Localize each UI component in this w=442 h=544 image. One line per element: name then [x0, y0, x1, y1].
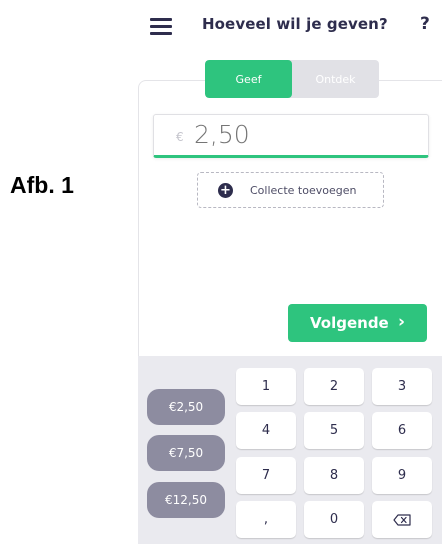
currency-symbol: €	[176, 130, 184, 144]
page-title: Hoeveel wil je geven?	[202, 15, 388, 33]
figure-label: Afb. 1	[10, 172, 74, 198]
hamburger-menu-icon[interactable]	[150, 17, 172, 35]
backspace-key[interactable]	[372, 501, 432, 538]
amount-input[interactable]	[194, 120, 394, 149]
help-icon[interactable]: ?	[420, 14, 430, 34]
keypad-key[interactable]: 8	[304, 457, 364, 494]
keypad-key[interactable]: 4	[236, 412, 296, 449]
add-collect-label: Collecte toevoegen	[250, 184, 357, 197]
keypad-key[interactable]: 7	[236, 457, 296, 494]
keypad-key[interactable]: 1	[236, 368, 296, 405]
keypad-key-comma[interactable]: ,	[236, 501, 296, 538]
add-collect-button[interactable]: + Collecte toevoegen	[197, 172, 384, 208]
preset-amount-button[interactable]: €2,50	[147, 389, 225, 425]
keypad-key[interactable]: 0	[304, 501, 364, 538]
keypad-key[interactable]: 3	[372, 368, 432, 405]
app-header: Hoeveel wil je geven? ?	[138, 0, 442, 56]
tab-geef[interactable]: Geef	[205, 60, 292, 98]
keypad-key[interactable]: 5	[304, 412, 364, 449]
keypad-key[interactable]: 6	[372, 412, 432, 449]
tab-ontdek[interactable]: Ontdek	[292, 60, 379, 98]
keypad-key[interactable]: 9	[372, 457, 432, 494]
chevron-right-icon: ›	[398, 312, 406, 332]
amount-field[interactable]: €	[153, 114, 429, 158]
preset-amount-button[interactable]: €7,50	[147, 435, 225, 471]
next-button[interactable]: Volgende ›	[288, 304, 427, 342]
backspace-icon	[393, 513, 411, 526]
preset-amount-button[interactable]: €12,50	[147, 482, 225, 518]
keypad-key[interactable]: 2	[304, 368, 364, 405]
plus-circle-icon: +	[218, 183, 233, 198]
next-button-label: Volgende	[310, 314, 389, 332]
mode-toggle: Geef Ontdek	[205, 60, 379, 98]
